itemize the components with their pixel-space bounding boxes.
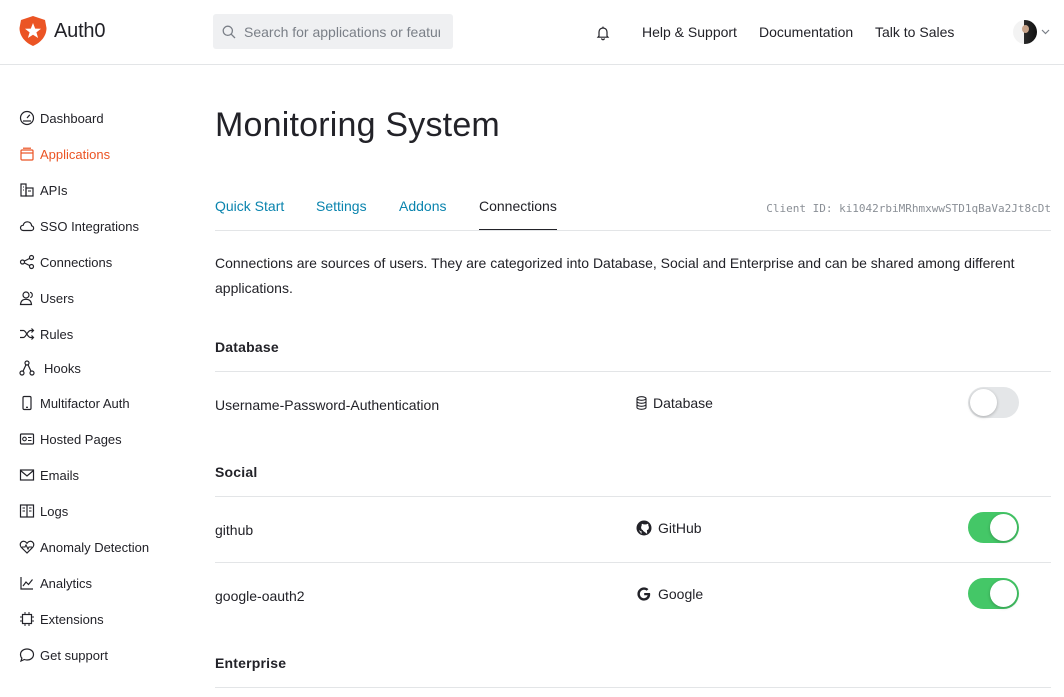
auth0-logo[interactable]: Auth0 [18, 15, 105, 47]
sidebar-item-anomaly-detection[interactable]: Anomaly Detection [19, 537, 149, 557]
sidebar-item-apis[interactable]: APIs [19, 180, 67, 200]
sidebar-item-label: Emails [40, 467, 80, 483]
sidebar-item-dashboard[interactable]: Dashboard [19, 108, 104, 128]
user-menu[interactable] [1013, 20, 1050, 44]
sidebar-item-rules[interactable]: Rules [19, 324, 73, 344]
sidebar-item-label: Hooks [44, 360, 81, 376]
applications-icon [20, 147, 34, 161]
sidebar-item-label: Analytics [40, 575, 93, 591]
brand-name: Auth0 [54, 19, 106, 42]
database-icon [636, 396, 647, 410]
tab-quick-start[interactable]: Quick Start [215, 198, 284, 230]
section-title-database: Database [215, 339, 279, 355]
tab-addons[interactable]: Addons [399, 198, 446, 230]
sidebar-item-label: Logs [40, 503, 69, 519]
mail-icon [19, 469, 35, 481]
connection-toggle-database[interactable] [968, 387, 1019, 418]
chart-icon [20, 577, 33, 590]
connection-row: github GitHub [215, 496, 1051, 562]
talk-to-sales-link[interactable]: Talk to Sales [875, 24, 954, 40]
sidebar-item-label: Anomaly Detection [40, 539, 150, 555]
tab-bar: Quick Start Settings Addons Connections … [215, 196, 1051, 231]
chip-icon [20, 612, 34, 626]
heart-icon [19, 540, 35, 554]
search-icon [222, 25, 236, 38]
client-id: Client ID: ki1042rbiMRhmxwwSTD1qBaVa2Jt8… [766, 202, 1051, 215]
sidebar-item-hosted-pages[interactable]: Hosted Pages [19, 429, 122, 449]
sidebar-item-label: Multifactor Auth [40, 395, 130, 411]
sidebar-item-label: APIs [40, 182, 68, 198]
sidebar-item-users[interactable]: Users [19, 288, 74, 308]
connection-type-label: Google [658, 586, 704, 602]
connections-icon [19, 254, 35, 270]
users-icon [19, 291, 33, 306]
sidebar-item-extensions[interactable]: Extensions [19, 609, 104, 629]
sidebar-item-label: Rules [40, 326, 74, 342]
connection-name: github [215, 522, 254, 538]
tab-connections[interactable]: Connections [479, 198, 557, 230]
sidebar-item-connections[interactable]: Connections [19, 252, 112, 272]
sidebar-item-label: Connections [40, 254, 113, 270]
top-bar: Auth0 Help & Support Documentation Talk … [0, 0, 1064, 65]
connection-toggle-google[interactable] [968, 578, 1019, 609]
sidebar-item-hooks[interactable]: Hooks [19, 358, 81, 378]
sidebar-item-get-support[interactable]: Get support [19, 645, 108, 665]
sidebar-item-analytics[interactable]: Analytics [19, 573, 92, 593]
notifications-bell-icon[interactable] [595, 25, 611, 46]
dashboard-icon [19, 110, 35, 126]
connection-name: google-oauth2 [215, 588, 305, 604]
sidebar-item-label: SSO Integrations [40, 218, 139, 234]
connection-name: Username-Password-Authentication [215, 397, 440, 413]
hosted-pages-icon [19, 433, 35, 445]
tab-settings[interactable]: Settings [316, 198, 367, 230]
page-title: Monitoring System [215, 106, 500, 144]
connections-description: Connections are sources of users. They a… [215, 255, 1015, 296]
chevron-down-icon [1041, 29, 1050, 35]
connection-type-label: GitHub [658, 520, 702, 536]
connection-type: Database [636, 395, 713, 411]
sidebar-item-label: Extensions [40, 611, 104, 627]
github-icon [636, 520, 652, 536]
chat-icon [19, 648, 35, 663]
sidebar-item-label: Dashboard [40, 110, 104, 126]
sidebar-item-label: Applications [40, 146, 111, 162]
phone-icon [22, 395, 32, 411]
sidebar-item-multifactor-auth[interactable]: Multifactor Auth [19, 393, 130, 413]
google-icon [637, 587, 651, 601]
cloud-icon [19, 221, 35, 232]
shuffle-icon [20, 328, 35, 340]
sidebar-item-emails[interactable]: Emails [19, 465, 79, 485]
section-title-enterprise: Enterprise [215, 655, 287, 671]
sidebar-item-label: Get support [40, 647, 108, 663]
auth0-shield-icon [19, 16, 47, 46]
section-divider [215, 687, 1051, 697]
help-support-link[interactable]: Help & Support [642, 24, 737, 40]
sidebar-item-sso-integrations[interactable]: SSO Integrations [19, 216, 139, 236]
documentation-link[interactable]: Documentation [759, 24, 853, 40]
connection-type: Google [636, 586, 703, 602]
section-title-social: Social [215, 464, 258, 480]
sidebar-item-label: Users [40, 290, 74, 306]
hooks-icon [19, 360, 35, 376]
avatar [1013, 20, 1037, 44]
book-icon [19, 504, 35, 518]
apis-icon [20, 183, 34, 197]
connection-type: GitHub [636, 520, 702, 536]
search-input[interactable] [242, 22, 442, 41]
connection-row: Username-Password-Authentication Databas… [215, 371, 1051, 437]
connection-toggle-github[interactable] [968, 512, 1019, 543]
connection-row: google-oauth2 Google [215, 562, 1051, 628]
sidebar-item-applications[interactable]: Applications [19, 144, 110, 164]
sidebar-item-label: Hosted Pages [40, 431, 122, 447]
connection-type-label: Database [653, 395, 713, 411]
sidebar-item-logs[interactable]: Logs [19, 501, 68, 521]
search-box[interactable] [213, 14, 453, 49]
